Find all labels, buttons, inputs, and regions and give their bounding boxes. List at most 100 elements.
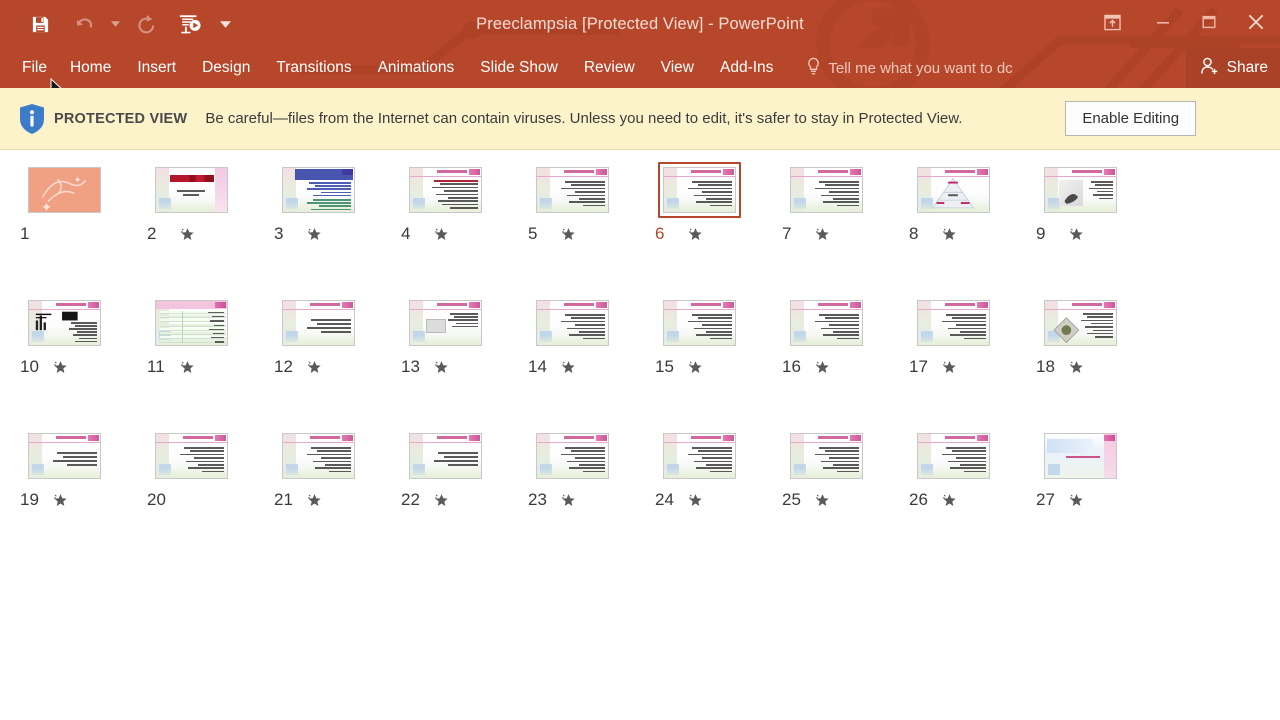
tab-transitions[interactable]: Transitions	[263, 48, 364, 88]
slide-thumb-frame[interactable]	[912, 162, 995, 218]
star-animation-icon[interactable]	[176, 227, 198, 242]
tab-animations[interactable]: Animations	[365, 48, 468, 88]
slide-thumbnail-10[interactable]: 10	[14, 295, 114, 377]
star-animation-icon[interactable]	[49, 493, 71, 508]
slide-preview[interactable]	[789, 300, 863, 346]
slide-thumb-frame[interactable]	[531, 162, 614, 218]
minimize-icon[interactable]	[1140, 0, 1186, 44]
slide-thumbnail-21[interactable]: 21	[268, 428, 368, 510]
slide-thumb-frame[interactable]	[150, 162, 233, 218]
star-animation-icon[interactable]	[1065, 360, 1087, 375]
start-presentation-icon[interactable]	[168, 4, 212, 44]
slide-preview[interactable]	[27, 300, 101, 346]
slide-preview[interactable]	[916, 433, 990, 479]
slide-preview[interactable]	[1043, 167, 1117, 213]
slide-thumb-frame[interactable]	[912, 428, 995, 484]
slide-preview[interactable]	[789, 433, 863, 479]
slide-thumbnail-6[interactable]: 6	[649, 162, 749, 244]
tab-review[interactable]: Review	[571, 48, 648, 88]
slide-thumbnail-24[interactable]: 24	[649, 428, 749, 510]
slide-thumb-frame[interactable]	[150, 428, 233, 484]
star-animation-icon[interactable]	[938, 227, 960, 242]
slide-thumb-frame[interactable]	[658, 428, 741, 484]
star-animation-icon[interactable]	[684, 227, 706, 242]
slide-thumbnail-17[interactable]: 17	[903, 295, 1003, 377]
slide-thumbnail-8[interactable]: 8	[903, 162, 1003, 244]
slide-thumb-frame[interactable]	[1039, 162, 1122, 218]
close-icon[interactable]	[1232, 0, 1280, 44]
slide-thumb-frame[interactable]	[404, 162, 487, 218]
slide-preview[interactable]	[1043, 433, 1117, 479]
redo-icon[interactable]	[124, 4, 168, 44]
slide-thumbnail-13[interactable]: 13	[395, 295, 495, 377]
undo-dropdown-icon[interactable]	[106, 4, 124, 44]
star-animation-icon[interactable]	[938, 493, 960, 508]
slide-thumbnail-2[interactable]: 2	[141, 162, 241, 244]
slide-thumb-frame[interactable]	[657, 162, 741, 218]
slide-thumbnail-9[interactable]: 9	[1030, 162, 1130, 244]
ribbon-display-options-icon[interactable]	[1084, 0, 1140, 44]
slide-preview[interactable]	[662, 300, 736, 346]
slide-preview[interactable]	[916, 300, 990, 346]
tab-view[interactable]: View	[648, 48, 707, 88]
slide-preview[interactable]	[535, 167, 609, 213]
slide-thumb-frame[interactable]	[404, 428, 487, 484]
slide-thumbnail-14[interactable]: 14	[522, 295, 622, 377]
tab-slide-show[interactable]: Slide Show	[467, 48, 571, 88]
star-animation-icon[interactable]	[430, 493, 452, 508]
slide-preview[interactable]	[662, 433, 736, 479]
slide-thumb-frame[interactable]	[277, 428, 360, 484]
slide-thumb-frame[interactable]	[1039, 295, 1122, 351]
slide-preview[interactable]	[281, 433, 355, 479]
slide-thumb-frame[interactable]	[531, 428, 614, 484]
star-animation-icon[interactable]	[811, 360, 833, 375]
slide-thumb-frame[interactable]	[785, 295, 868, 351]
slide-thumb-frame[interactable]	[23, 428, 106, 484]
slide-preview[interactable]	[281, 300, 355, 346]
slide-thumbnail-7[interactable]: 7	[776, 162, 876, 244]
enable-editing-button[interactable]: Enable Editing	[1065, 101, 1197, 136]
slide-preview[interactable]	[154, 167, 228, 213]
slide-preview[interactable]	[535, 300, 609, 346]
star-animation-icon[interactable]	[176, 360, 198, 375]
undo-icon[interactable]	[62, 4, 106, 44]
slide-preview[interactable]	[789, 167, 863, 213]
slide-thumbnail-5[interactable]: 5	[522, 162, 622, 244]
star-animation-icon[interactable]	[811, 227, 833, 242]
star-animation-icon[interactable]	[303, 227, 325, 242]
star-animation-icon[interactable]	[557, 493, 579, 508]
slide-preview[interactable]	[535, 433, 609, 479]
star-animation-icon[interactable]	[430, 227, 452, 242]
slide-thumbnail-18[interactable]: 18	[1030, 295, 1130, 377]
slide-preview[interactable]	[27, 167, 101, 213]
slide-thumb-frame[interactable]	[277, 295, 360, 351]
slide-thumbnail-3[interactable]: 3	[268, 162, 368, 244]
slide-thumbnail-26[interactable]: 26	[903, 428, 1003, 510]
slide-thumbnail-22[interactable]: 22	[395, 428, 495, 510]
slide-thumb-frame[interactable]	[150, 295, 233, 351]
tab-design[interactable]: Design	[189, 48, 263, 88]
slide-thumbnail-19[interactable]: 19	[14, 428, 114, 510]
star-animation-icon[interactable]	[684, 360, 706, 375]
slide-thumbnail-11[interactable]: 11	[141, 295, 241, 377]
slide-thumb-frame[interactable]	[912, 295, 995, 351]
star-animation-icon[interactable]	[938, 360, 960, 375]
restore-icon[interactable]	[1186, 0, 1232, 44]
slide-thumbnail-16[interactable]: 16	[776, 295, 876, 377]
share-button[interactable]: Share	[1185, 48, 1280, 88]
slide-thumbnail-15[interactable]: 15	[649, 295, 749, 377]
slide-thumb-frame[interactable]	[531, 295, 614, 351]
slide-thumb-frame[interactable]	[785, 162, 868, 218]
tab-insert[interactable]: Insert	[124, 48, 189, 88]
slide-thumb-frame[interactable]	[1039, 428, 1122, 484]
slide-thumb-frame[interactable]	[658, 295, 741, 351]
slide-preview[interactable]	[916, 167, 990, 213]
tab-add-ins[interactable]: Add-Ins	[707, 48, 786, 88]
slide-preview[interactable]	[281, 167, 355, 213]
slide-thumbnail-4[interactable]: 4	[395, 162, 495, 244]
tab-home[interactable]: Home	[57, 48, 124, 88]
slide-preview[interactable]	[154, 300, 228, 346]
slide-sorter-workspace[interactable]: 1 2 3 4 5 6 7 8 9 10 11 12 13 14 15 16 1…	[0, 150, 1280, 720]
star-animation-icon[interactable]	[1065, 493, 1087, 508]
save-icon[interactable]	[18, 4, 62, 44]
